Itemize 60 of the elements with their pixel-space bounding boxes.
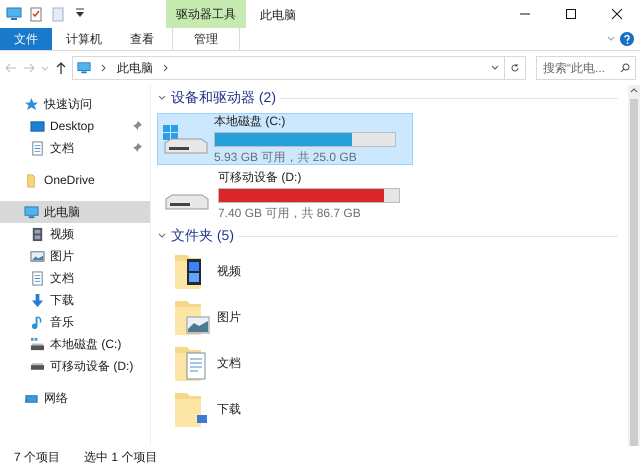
star-icon (24, 96, 39, 112)
address-field[interactable]: 此电脑 (72, 56, 505, 80)
ribbon-tab[interactable]: 计算机 (52, 28, 116, 50)
search-icon (620, 63, 630, 73)
ribbon-tab[interactable]: 文件 (0, 28, 52, 50)
document-icon (30, 270, 45, 286)
window-title: 此电脑 (259, 7, 297, 24)
minimize-icon (519, 13, 531, 15)
nav-item[interactable]: 文档 (0, 137, 150, 159)
folder-name[interactable]: 视频 (217, 262, 241, 280)
free-space-text: 7.40 GB 可用，共 86.7 GB (218, 204, 362, 222)
status-text: 7 个项目 (14, 448, 60, 466)
scrollbar[interactable] (628, 85, 640, 446)
context-tab-group: 驱动器工具 (166, 0, 246, 28)
section-heading: 设备和驱动器 (2) (171, 89, 276, 107)
windows-drive-icon (162, 124, 208, 154)
folder-name[interactable]: 图片 (217, 308, 241, 326)
breadcrumb-item[interactable]: 此电脑 (117, 60, 153, 76)
drive-icon (165, 194, 209, 210)
nav-item[interactable]: 视频 (0, 223, 150, 245)
maximize-icon (565, 8, 577, 20)
free-space-text: 5.93 GB 可用，共 25.0 GB (214, 148, 358, 166)
nav-item[interactable]: 本地磁盘 (C:) (0, 333, 150, 355)
document-icon (30, 140, 45, 156)
nav-item[interactable]: Desktop (0, 115, 150, 137)
computer-icon[interactable] (6, 6, 22, 22)
refresh-button[interactable] (504, 56, 526, 80)
section-heading: 文件夹 (5) (171, 227, 234, 245)
ribbon-tab[interactable]: 管理 (172, 28, 240, 50)
help-icon[interactable] (620, 32, 634, 46)
nav-item[interactable]: 此电脑 (0, 201, 150, 223)
download-icon (30, 292, 45, 308)
removable-icon (30, 362, 45, 370)
desktop-icon (30, 118, 45, 134)
properties-icon[interactable] (28, 6, 44, 22)
drive-tile[interactable]: 可移动设备 (D:) 7.40 GB 可用，共 86.7 GB (157, 169, 413, 221)
ribbon-tab[interactable]: 查看 (116, 28, 168, 50)
nav-item[interactable]: 图片 (0, 245, 150, 267)
disk-icon (30, 336, 45, 352)
folder-name[interactable]: 文档 (217, 354, 241, 372)
drive-name: 本地磁盘 (C:) (214, 112, 286, 130)
refresh-icon (510, 63, 520, 73)
nav-item[interactable]: 音乐 (0, 311, 150, 333)
nav-item[interactable]: 网络 (0, 387, 150, 409)
picture-icon (30, 248, 45, 264)
computer-icon (24, 204, 39, 220)
video-icon (30, 226, 45, 242)
nav-item[interactable]: 下载 (0, 289, 150, 311)
close-icon (611, 8, 623, 20)
folder-name[interactable]: 下载 (217, 400, 241, 418)
drive-name: 可移动设备 (D:) (218, 168, 302, 186)
nav-item[interactable]: OneDrive (0, 169, 150, 191)
up-icon[interactable] (54, 61, 68, 75)
nav-item[interactable]: 快速访问 (0, 93, 150, 115)
computer-icon (77, 61, 91, 75)
nav-item[interactable]: 文档 (0, 267, 150, 289)
nav-item[interactable]: 可移动设备 (D:) (0, 355, 150, 377)
status-text: 选中 1 个项目 (84, 448, 158, 466)
drive-tile[interactable]: 本地磁盘 (C:) 5.93 GB 可用，共 25.0 GB (157, 113, 413, 165)
search-field[interactable]: 搜索“此电... (536, 56, 636, 80)
